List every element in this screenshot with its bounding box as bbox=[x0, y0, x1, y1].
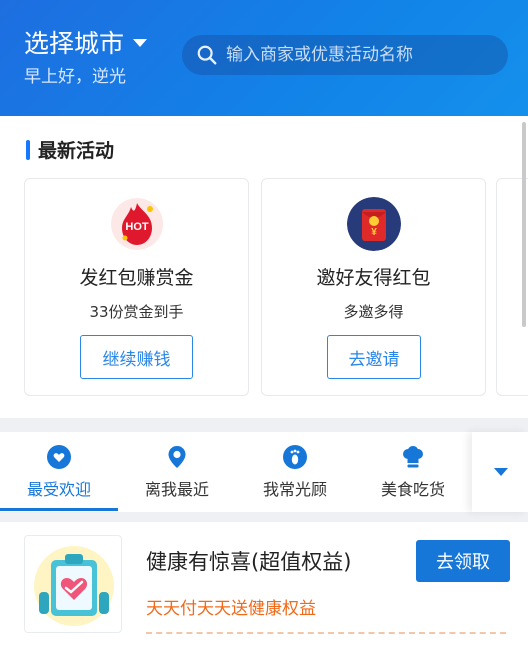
activity-card-bonus[interactable]: HOT 发红包赚赏金 33份赏金到手 继续赚钱 bbox=[24, 178, 249, 396]
claim-button[interactable]: 去领取 bbox=[416, 540, 510, 582]
tab-nearby[interactable]: 离我最近 bbox=[118, 432, 236, 512]
promo-title: 健康有惊喜(超值权益) bbox=[146, 550, 352, 574]
card-subtitle: 33份赏金到手 bbox=[89, 303, 184, 321]
divider bbox=[146, 632, 506, 634]
tab-label: 我常光顾 bbox=[262, 480, 327, 499]
heart-icon bbox=[47, 445, 71, 469]
tab-label: 美食吃货 bbox=[380, 480, 445, 499]
location-pin-icon bbox=[168, 446, 186, 468]
search-icon bbox=[197, 45, 217, 65]
activity-card-invite[interactable]: ¥ 邀好友得红包 多邀多得 去邀请 bbox=[261, 178, 486, 396]
section-marker bbox=[26, 139, 30, 160]
invite-button[interactable]: 去邀请 bbox=[327, 335, 421, 379]
red-envelope-icon: ¥ bbox=[346, 197, 401, 251]
header: 选择城市 早上好，逆光 bbox=[0, 0, 528, 116]
svg-text:HOT: HOT bbox=[125, 221, 149, 233]
city-label: 选择城市 bbox=[24, 29, 125, 58]
hot-icon: HOT bbox=[110, 198, 163, 250]
search-input[interactable] bbox=[226, 45, 496, 65]
search-bar[interactable] bbox=[182, 35, 508, 75]
promo-image bbox=[24, 535, 122, 633]
active-tab-indicator bbox=[0, 508, 118, 511]
category-tabs: 最受欢迎 离我最近 我常光顾 美食吃货 bbox=[0, 432, 528, 512]
tab-food[interactable]: 美食吃货 bbox=[354, 432, 472, 512]
section-title: 最新活动 bbox=[26, 136, 114, 163]
tab-label: 离我最近 bbox=[144, 480, 209, 499]
tab-most-popular[interactable]: 最受欢迎 bbox=[0, 432, 118, 512]
section-title-text: 最新活动 bbox=[38, 140, 115, 162]
health-heart-icon bbox=[34, 546, 114, 626]
card-subtitle: 多邀多得 bbox=[343, 303, 404, 321]
chevron-down-icon bbox=[133, 39, 148, 47]
more-categories-button[interactable] bbox=[472, 432, 528, 512]
continue-earning-button[interactable]: 继续赚钱 bbox=[80, 335, 193, 379]
card-title: 发红包赚赏金 bbox=[79, 267, 194, 289]
city-selector[interactable]: 选择城市 bbox=[24, 24, 148, 60]
footprint-icon bbox=[283, 445, 307, 469]
greeting-text: 早上好，逆光 bbox=[24, 67, 126, 87]
tab-frequent[interactable]: 我常光顾 bbox=[236, 432, 354, 512]
chevron-down-icon bbox=[494, 468, 508, 476]
promo-subtitle: 天天付天天送健康权益 bbox=[146, 599, 316, 619]
card-title: 邀好友得红包 bbox=[316, 267, 431, 289]
scrollbar[interactable] bbox=[522, 122, 526, 327]
tab-label: 最受欢迎 bbox=[26, 480, 91, 499]
svg-text:¥: ¥ bbox=[371, 227, 377, 238]
chef-hat-icon bbox=[403, 446, 423, 468]
